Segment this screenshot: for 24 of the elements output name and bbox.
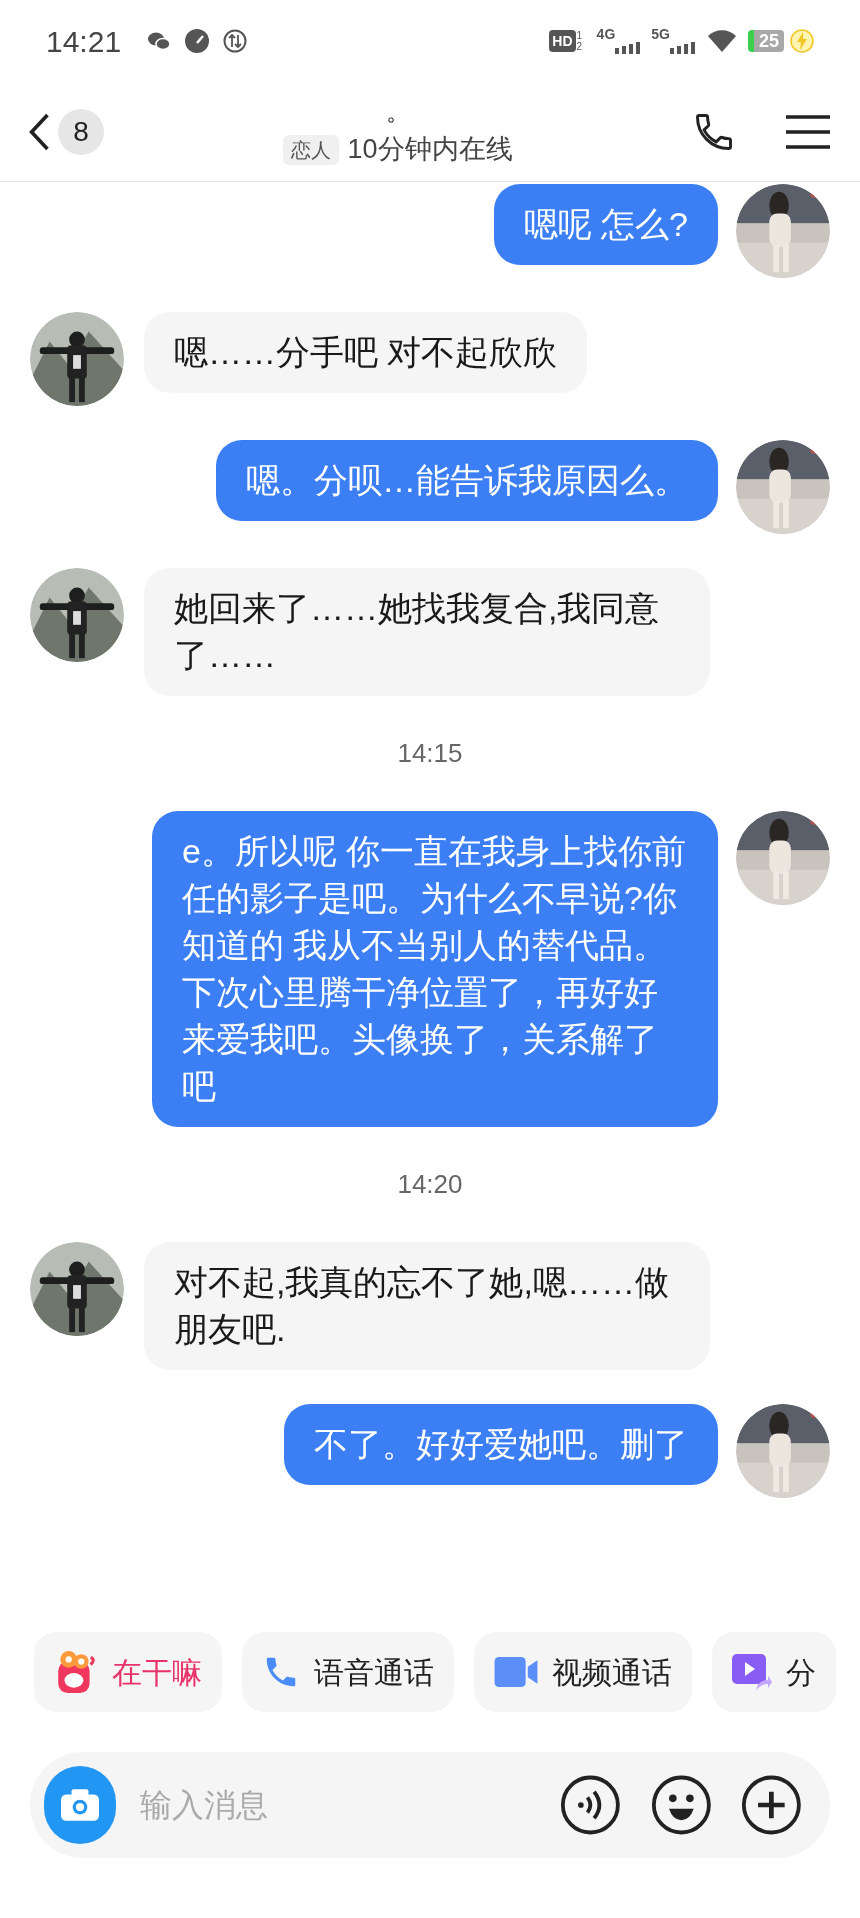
received-message: 她回来了……她找我复合,我同意了…… bbox=[144, 568, 710, 696]
sim-indicator: 1 2 bbox=[576, 30, 584, 52]
contact-name: 。 bbox=[386, 99, 410, 126]
relationship-tag: 恋人 bbox=[283, 134, 340, 165]
sent-message: e。所以呢 你一直在我身上找你前任的影子是吧。为什么不早说?你知道的 我从不当别人的替代品。下次心里腾干净位置了，再好好来爱我吧。头像换了，关系解了吧 bbox=[152, 811, 718, 1127]
battery-level: 25 bbox=[747, 30, 784, 52]
received-message: 嗯……分手吧 对不起欣欣 bbox=[144, 312, 588, 393]
message-input[interactable]: 输入消息 bbox=[139, 1781, 560, 1829]
quick-action-button[interactable]: 视频通话 bbox=[474, 1632, 692, 1712]
network-label: 5G bbox=[651, 25, 670, 44]
timestamp: 14:15 bbox=[397, 737, 463, 770]
quick-action-button[interactable]: 在干嘛 bbox=[34, 1632, 222, 1712]
quick-action-button[interactable]: 语音通话 bbox=[242, 1632, 454, 1712]
sent-message: 不了。好好爱她吧。删了 bbox=[284, 1404, 718, 1485]
clock: 14:21 bbox=[46, 23, 122, 60]
quick-action-button[interactable]: 分 bbox=[712, 1632, 836, 1712]
hd-voice-badge: HD bbox=[549, 30, 576, 52]
received-message: 对不起,我真的忘不了她,嗯……做朋友吧. bbox=[144, 1242, 710, 1370]
network-label: 4G bbox=[596, 25, 616, 44]
timestamp: 14:20 bbox=[397, 1168, 463, 1201]
sent-message: 嗯。分呗…能告诉我原因么。 bbox=[216, 440, 718, 521]
unread-count-badge: 8 bbox=[58, 108, 104, 155]
sent-message: 嗯呢 怎么? bbox=[493, 184, 718, 265]
online-status: 10分钟内在线 bbox=[347, 133, 513, 167]
